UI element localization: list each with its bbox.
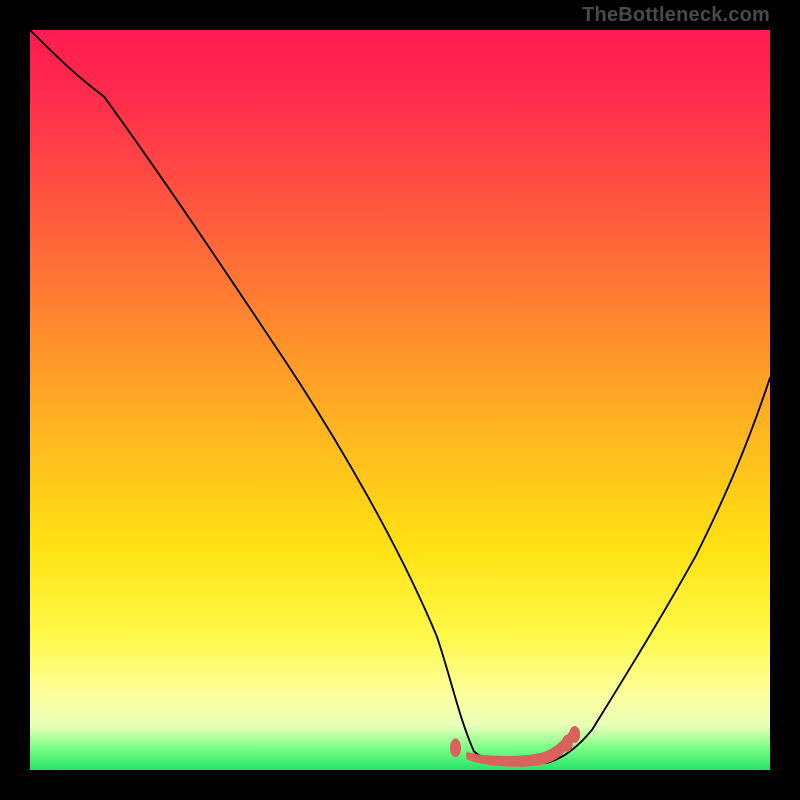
bottleneck-curve	[30, 30, 770, 764]
plot-area	[30, 30, 770, 770]
chart-frame: TheBottleneck.com	[0, 0, 800, 800]
curve-layer	[30, 30, 770, 770]
flat-minimum-markers	[450, 726, 580, 766]
attribution-text: TheBottleneck.com	[582, 4, 770, 27]
